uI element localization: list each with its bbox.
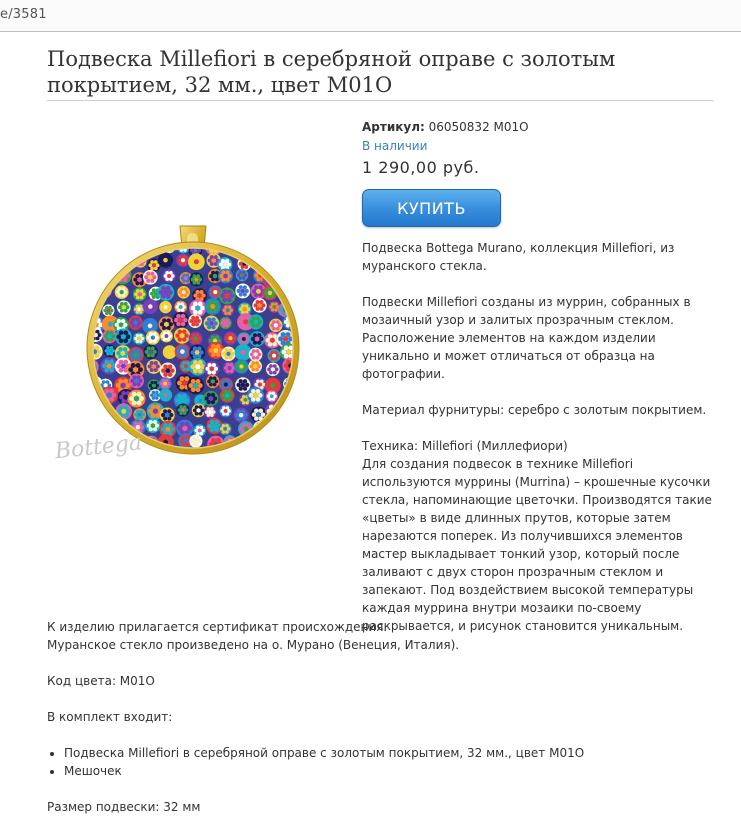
stock-status: В наличии (362, 139, 428, 153)
color-code: Код цвета: M01O (47, 674, 155, 688)
sku-value: 06050832 M01O (428, 120, 529, 134)
certificate-note: К изделию прилагается сертификат происхо… (47, 620, 388, 634)
product-title: Подвеска Millefiori в серебряной оправе … (47, 47, 616, 97)
product-details: К изделию прилагается сертификат происхо… (47, 618, 717, 816)
url-text[interactable]: e/3581 (0, 7, 47, 22)
browser-address-bar[interactable]: e/3581 (0, 0, 741, 32)
kit-title: В комплект входит: (47, 710, 173, 724)
buy-button[interactable]: КУПИТЬ (362, 189, 501, 227)
technique-text: Для создания подвесок в технике Millefio… (362, 457, 712, 633)
technique-title: Техника: Millefiori (Миллефиори) (362, 439, 568, 453)
sku-label: Артикул: (362, 120, 425, 134)
watermark-logo: Bottega (53, 430, 143, 464)
title-divider (47, 100, 714, 101)
origin-note: Муранское стекло произведено на о. Муран… (47, 638, 460, 652)
product-description: Подвеска Bottega Murano, коллекция Mille… (362, 239, 717, 635)
description-paragraph: Подвески Millefiori созданы из муррин, с… (362, 295, 691, 381)
description-material: Материал фурнитуры: серебро с золотым по… (362, 403, 707, 417)
list-item: Подвеска Millefiori в серебряной оправе … (64, 744, 717, 762)
product-image: Bottega (53, 225, 300, 464)
kit-list: Подвеска Millefiori в серебряной оправе … (47, 744, 717, 780)
price: 1 290,00 руб. (362, 158, 480, 177)
sku-line: Артикул: 06050832 M01O (362, 118, 717, 136)
description-intro: Подвеска Bottega Murano, коллекция Mille… (362, 241, 675, 273)
list-item: Мешочек (64, 762, 717, 780)
pendant-size: Размер подвески: 32 мм (47, 800, 201, 814)
product-info: Артикул: 06050832 M01O В наличии 1 290,0… (362, 118, 717, 635)
